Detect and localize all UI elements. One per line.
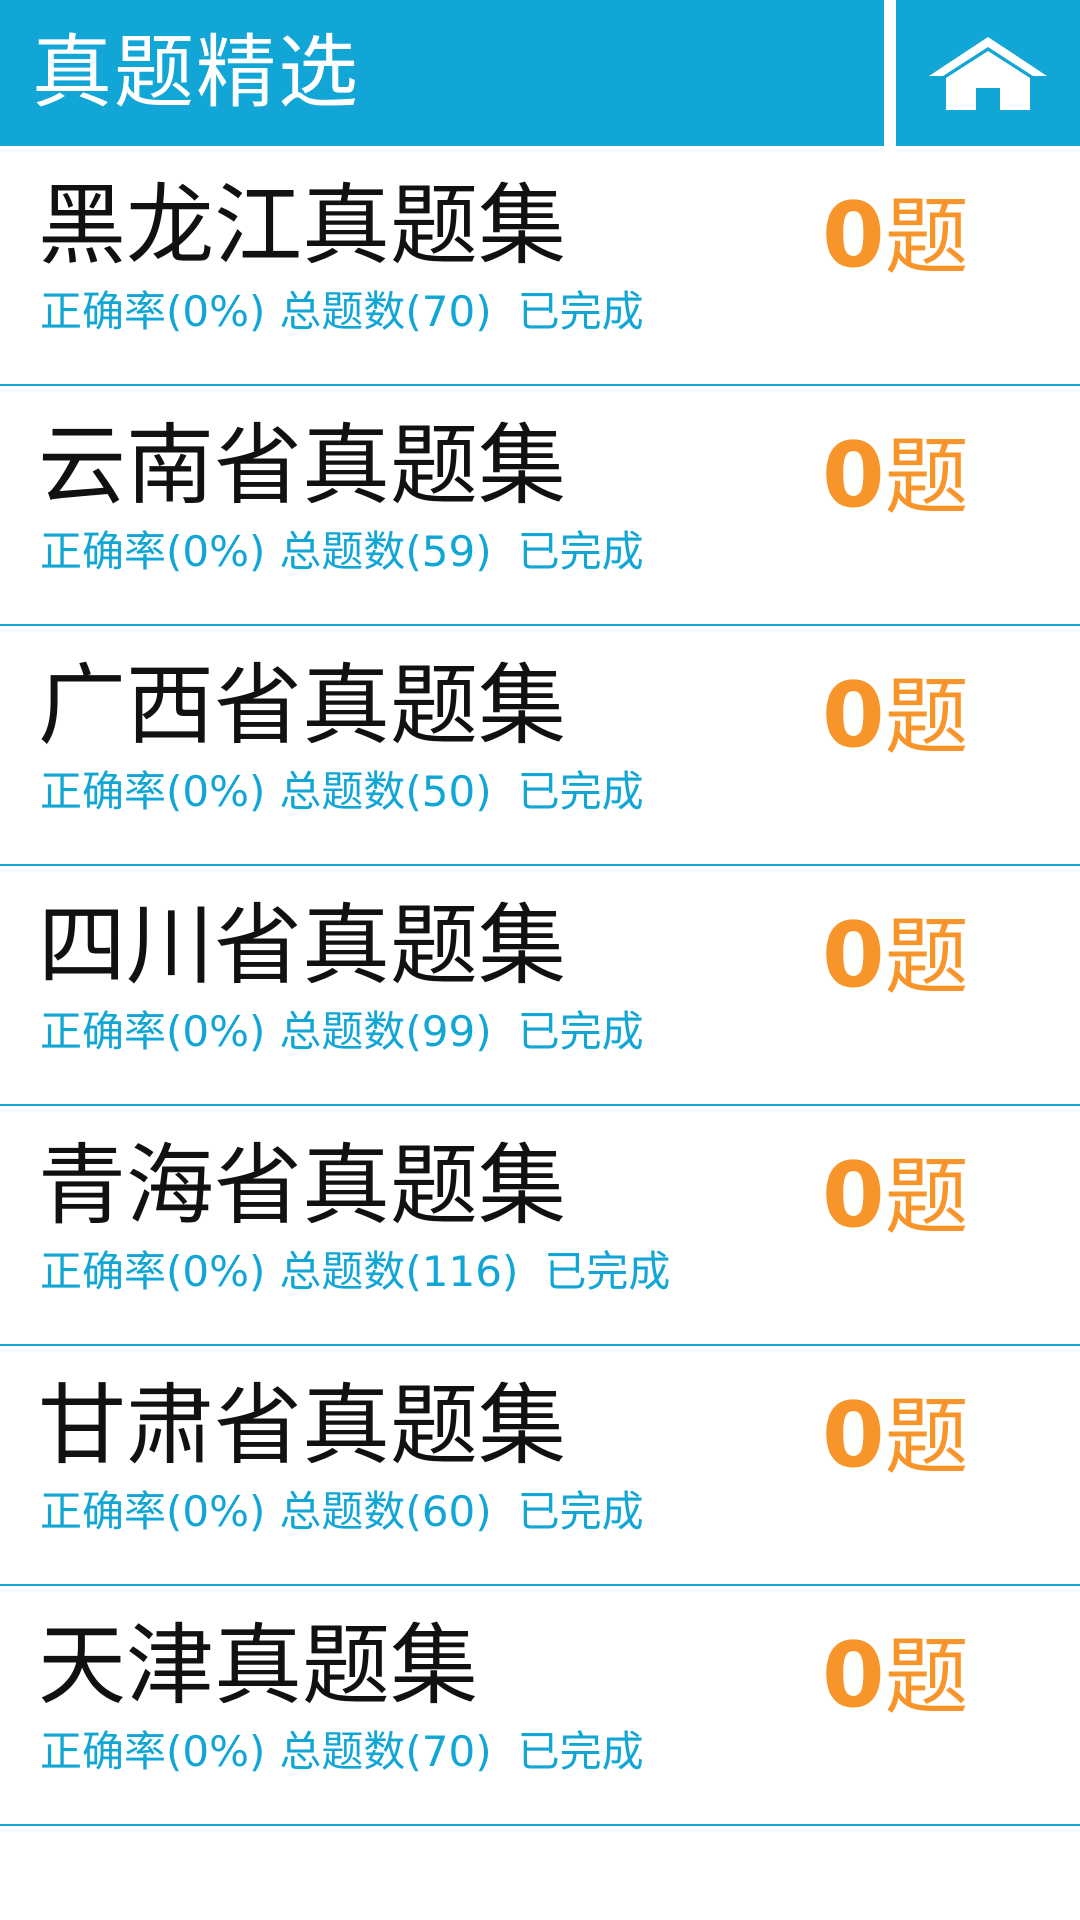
status-text: 已完成	[517, 1487, 644, 1536]
home-icon	[929, 37, 1047, 110]
total-text: 总题数(116)	[279, 1247, 519, 1296]
status-text: 已完成	[517, 287, 644, 336]
home-button[interactable]	[896, 0, 1080, 146]
total-text: 总题数(60)	[279, 1487, 492, 1536]
count-number: 0	[822, 903, 885, 1008]
set-meta: 正确率(0%) 总题数(50) 已完成	[40, 764, 644, 820]
count-number: 0	[822, 423, 885, 528]
question-set-list: 黑龙江真题集 正确率(0%) 总题数(70) 已完成 0题 云南省真题集 正确率(0…	[0, 146, 1080, 1826]
list-item[interactable]: 青海省真题集 正确率(0%) 总题数(116) 已完成 0题	[0, 1106, 1080, 1346]
accuracy-text: 正确率(0%)	[40, 1727, 266, 1776]
count-number: 0	[822, 1143, 885, 1248]
total-text: 总题数(59)	[279, 527, 492, 576]
list-item[interactable]: 广西省真题集 正确率(0%) 总题数(50) 已完成 0题	[0, 626, 1080, 866]
set-title: 云南省真题集	[38, 414, 567, 517]
set-meta: 正确率(0%) 总题数(70) 已完成	[40, 1724, 644, 1780]
set-meta: 正确率(0%) 总题数(70) 已完成	[40, 284, 644, 340]
accuracy-text: 正确率(0%)	[40, 1247, 266, 1296]
page-title: 真题精选	[32, 26, 360, 119]
count-unit: 题	[884, 668, 969, 766]
set-meta: 正确率(0%) 总题数(116) 已完成	[40, 1244, 670, 1300]
count-unit: 题	[884, 1388, 969, 1486]
status-text: 已完成	[517, 1007, 644, 1056]
set-title: 甘肃省真题集	[38, 1374, 567, 1477]
accuracy-text: 正确率(0%)	[40, 767, 266, 816]
total-text: 总题数(50)	[279, 767, 492, 816]
count-unit: 题	[884, 1628, 969, 1726]
accuracy-text: 正确率(0%)	[40, 527, 266, 576]
header-divider	[884, 0, 896, 146]
done-count: 0题	[822, 903, 969, 1008]
total-text: 总题数(99)	[279, 1007, 492, 1056]
set-title: 青海省真题集	[38, 1134, 567, 1237]
set-title: 四川省真题集	[38, 894, 567, 997]
list-item[interactable]: 云南省真题集 正确率(0%) 总题数(59) 已完成 0题	[0, 386, 1080, 626]
accuracy-text: 正确率(0%)	[40, 287, 266, 336]
set-title: 广西省真题集	[38, 654, 567, 757]
count-unit: 题	[884, 188, 969, 286]
list-item[interactable]: 甘肃省真题集 正确率(0%) 总题数(60) 已完成 0题	[0, 1346, 1080, 1586]
done-count: 0题	[822, 1383, 969, 1488]
count-number: 0	[822, 1623, 885, 1728]
list-item[interactable]: 黑龙江真题集 正确率(0%) 总题数(70) 已完成 0题	[0, 146, 1080, 386]
total-text: 总题数(70)	[279, 1727, 492, 1776]
count-unit: 题	[884, 1148, 969, 1246]
status-text: 已完成	[517, 767, 644, 816]
done-count: 0题	[822, 1143, 969, 1248]
done-count: 0题	[822, 663, 969, 768]
count-number: 0	[822, 663, 885, 768]
list-item[interactable]: 天津真题集 正确率(0%) 总题数(70) 已完成 0题	[0, 1586, 1080, 1826]
top-bar: 真题精选	[0, 0, 1080, 146]
count-number: 0	[822, 1383, 885, 1488]
done-count: 0题	[822, 183, 969, 288]
accuracy-text: 正确率(0%)	[40, 1007, 266, 1056]
set-title: 黑龙江真题集	[38, 174, 567, 277]
done-count: 0题	[822, 423, 969, 528]
accuracy-text: 正确率(0%)	[40, 1487, 266, 1536]
count-unit: 题	[884, 428, 969, 526]
list-item[interactable]: 四川省真题集 正确率(0%) 总题数(99) 已完成 0题	[0, 866, 1080, 1106]
set-meta: 正确率(0%) 总题数(99) 已完成	[40, 1004, 644, 1060]
set-meta: 正确率(0%) 总题数(59) 已完成	[40, 524, 644, 580]
status-text: 已完成	[544, 1247, 671, 1296]
set-meta: 正确率(0%) 总题数(60) 已完成	[40, 1484, 644, 1540]
count-unit: 题	[884, 908, 969, 1006]
set-title: 天津真题集	[38, 1614, 479, 1717]
status-text: 已完成	[517, 1727, 644, 1776]
status-text: 已完成	[517, 527, 644, 576]
total-text: 总题数(70)	[279, 287, 492, 336]
count-number: 0	[822, 183, 885, 288]
done-count: 0题	[822, 1623, 969, 1728]
